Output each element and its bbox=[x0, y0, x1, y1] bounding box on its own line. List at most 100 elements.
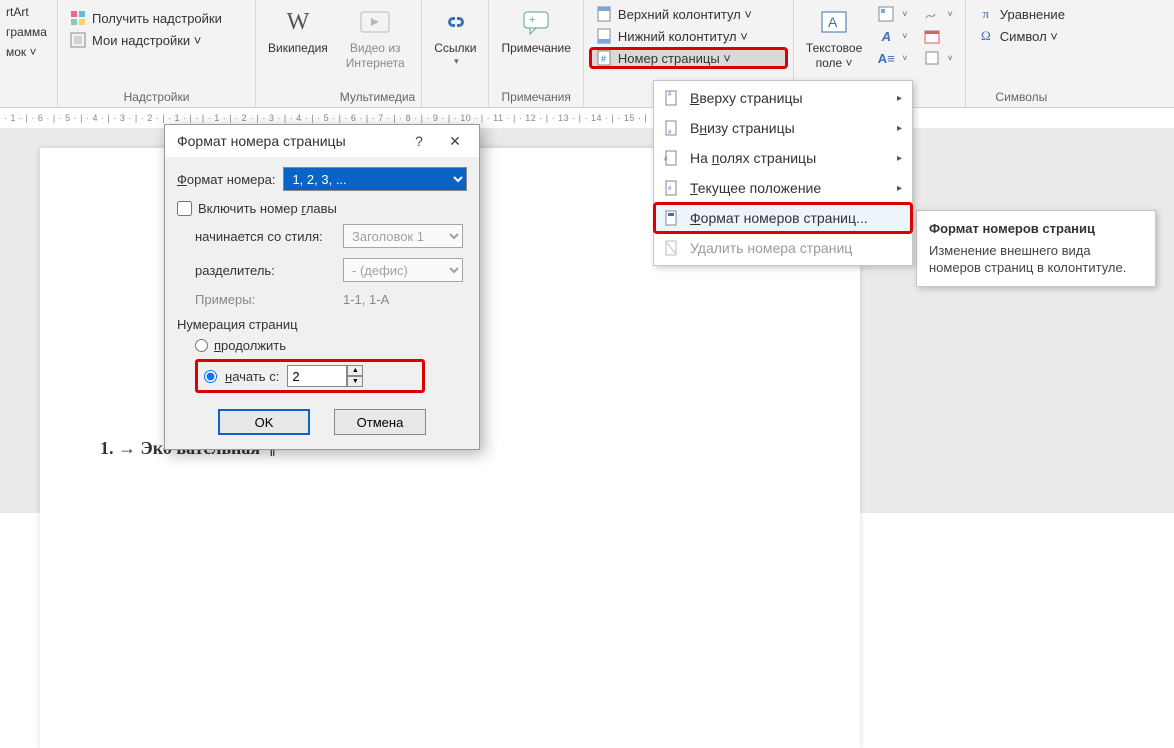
symbols-group-label: Символы bbox=[972, 87, 1071, 108]
tooltip-body: Изменение внешнего вида номеров страниц … bbox=[929, 242, 1143, 276]
spin-up-button[interactable]: ▲ bbox=[347, 365, 363, 376]
page-bottom-icon: # bbox=[662, 120, 680, 136]
link-icon bbox=[437, 4, 473, 40]
dropcap-button[interactable]: A≡˅ bbox=[872, 48, 913, 68]
number-format-combo[interactable]: 1, 2, 3, ... bbox=[283, 167, 467, 191]
symbol-icon: Ω bbox=[978, 28, 994, 44]
footer-button[interactable]: Нижний колонтитул ˅ bbox=[590, 26, 787, 46]
comments-group-label: Примечания bbox=[495, 87, 576, 108]
comment-label: Примечание bbox=[501, 41, 570, 55]
comment-button[interactable]: + Примечание bbox=[495, 2, 576, 57]
format-label: Формат номера: bbox=[177, 172, 275, 187]
online-video-button[interactable]: Видео из Интернета bbox=[340, 2, 411, 72]
object-button[interactable]: ˅ bbox=[918, 48, 959, 68]
my-addins-button[interactable]: Мои надстройки ˅ bbox=[64, 30, 228, 50]
multimedia-group-label: Мультимедиа bbox=[340, 87, 415, 108]
addins-icon bbox=[70, 32, 86, 48]
menu-current-label: Текущее положение bbox=[690, 180, 821, 196]
ribbon-group-links: Ссылки ▾ bbox=[422, 0, 489, 108]
datetime-button[interactable] bbox=[918, 26, 959, 46]
links-label: Ссылки bbox=[434, 41, 476, 55]
wikipedia-icon: W bbox=[280, 4, 316, 40]
page-format-icon bbox=[662, 210, 680, 226]
header-label: Верхний колонтитул ˅ bbox=[618, 7, 752, 22]
menu-current-position[interactable]: # Текущее положение ▸ bbox=[654, 173, 912, 203]
addins-group-label: Надстройки bbox=[64, 87, 249, 108]
menu-page-margins[interactable]: # На полях страницы ▸ bbox=[654, 143, 912, 173]
links-button[interactable]: Ссылки ▾ bbox=[428, 2, 482, 69]
menu-format-label: Формат номеров страниц... bbox=[690, 210, 868, 226]
numbering-legend: Нумерация страниц bbox=[177, 317, 467, 332]
smartart-label-3: мок ˅ bbox=[6, 44, 37, 60]
get-addins-label: Получить надстройки bbox=[92, 11, 222, 26]
page-number-button[interactable]: # Номер страницы ˅ bbox=[590, 48, 787, 68]
examples-label: Примеры: bbox=[195, 292, 335, 307]
dropcap-icon: A≡ bbox=[878, 50, 894, 66]
equation-icon: π bbox=[978, 6, 994, 22]
textbox-label-2: поле ˅ bbox=[816, 56, 853, 70]
menu-top-label: Вверху страницы bbox=[690, 90, 803, 106]
textbox-label-1: Текстовое bbox=[806, 41, 862, 55]
video-label-1: Видео из bbox=[350, 41, 401, 55]
footer-icon bbox=[596, 28, 612, 44]
signature-button[interactable]: ˅ bbox=[918, 4, 959, 24]
object-icon bbox=[924, 50, 940, 66]
dialog-titlebar: Формат номера страницы ? ✕ bbox=[165, 125, 479, 157]
dialog-title: Формат номера страницы bbox=[177, 133, 346, 149]
header-icon bbox=[596, 6, 612, 22]
page-number-label: Номер страницы ˅ bbox=[618, 51, 731, 66]
menu-top-of-page[interactable]: # Вверху страницы ▸ bbox=[654, 83, 912, 113]
ribbon-group-smartart: rtArt грамма мок ˅ bbox=[0, 0, 58, 108]
ribbon-group-comments: + Примечание Примечания bbox=[489, 0, 583, 108]
menu-bottom-of-page[interactable]: # Внизу страницы ▸ bbox=[654, 113, 912, 143]
smartart-label-1: rtArt bbox=[6, 4, 29, 20]
symbol-label: Символ ˅ bbox=[1000, 29, 1058, 44]
page-number-menu: # Вверху страницы ▸ # Внизу страницы ▸ #… bbox=[653, 80, 913, 266]
svg-text:#: # bbox=[601, 54, 606, 64]
quickparts-icon bbox=[878, 6, 894, 22]
store-icon bbox=[70, 10, 86, 26]
header-button[interactable]: Верхний колонтитул ˅ bbox=[590, 4, 787, 24]
menu-remove-label: Удалить номера страниц bbox=[690, 240, 852, 256]
tooltip-format-page-numbers: Формат номеров страниц Изменение внешнег… bbox=[916, 210, 1156, 287]
start-at-label: начать с: bbox=[225, 369, 279, 384]
include-chapter-checkbox[interactable] bbox=[177, 201, 192, 216]
equation-label: Уравнение bbox=[1000, 7, 1065, 22]
textbox-icon: A bbox=[816, 4, 852, 40]
ribbon-group-addins: Получить надстройки Мои надстройки ˅ Над… bbox=[58, 0, 256, 108]
submenu-arrow-icon: ▸ bbox=[897, 183, 902, 194]
cancel-button[interactable]: Отмена bbox=[334, 409, 426, 435]
menu-format-page-numbers[interactable]: Формат номеров страниц... bbox=[654, 203, 912, 233]
continue-radio[interactable] bbox=[195, 339, 208, 352]
page-top-icon: # bbox=[662, 90, 680, 106]
symbol-button[interactable]: Ω Символ ˅ bbox=[972, 26, 1071, 46]
smartart-label-2: грамма bbox=[6, 24, 47, 40]
start-at-input[interactable] bbox=[287, 365, 347, 387]
ribbon-group-symbols: π Уравнение Ω Символ ˅ Символы bbox=[966, 0, 1077, 108]
wordart-icon: A bbox=[878, 28, 894, 44]
ribbon-group-wiki: W Википедия bbox=[256, 0, 334, 108]
submenu-arrow-icon: ▸ bbox=[897, 123, 902, 134]
page-remove-icon bbox=[662, 240, 680, 256]
comment-icon: + bbox=[518, 4, 554, 40]
starts-style-combo: Заголовок 1 bbox=[343, 224, 463, 248]
close-button[interactable]: ✕ bbox=[437, 133, 473, 150]
ok-button[interactable]: OK bbox=[218, 409, 310, 435]
page-current-icon: # bbox=[662, 180, 680, 196]
menu-remove-page-numbers: Удалить номера страниц bbox=[654, 233, 912, 263]
spin-down-button[interactable]: ▼ bbox=[347, 376, 363, 387]
help-button[interactable]: ? bbox=[401, 133, 437, 149]
video-label-2: Интернета bbox=[346, 56, 405, 70]
get-addins-button[interactable]: Получить надстройки bbox=[64, 8, 228, 28]
separator-combo: - (дефис) bbox=[343, 258, 463, 282]
starts-style-label: начинается со стиля: bbox=[195, 229, 335, 244]
quickparts-button[interactable]: ˅ bbox=[872, 4, 913, 24]
wordart-button[interactable]: A˅ bbox=[872, 26, 913, 46]
wikipedia-button[interactable]: W Википедия bbox=[262, 2, 334, 57]
signature-icon bbox=[924, 6, 940, 22]
equation-button[interactable]: π Уравнение bbox=[972, 4, 1071, 24]
svg-text:A: A bbox=[828, 14, 838, 30]
textbox-button[interactable]: A Текстовое поле ˅ bbox=[800, 2, 868, 72]
start-at-radio[interactable] bbox=[204, 370, 217, 383]
submenu-arrow-icon: ▸ bbox=[897, 93, 902, 104]
